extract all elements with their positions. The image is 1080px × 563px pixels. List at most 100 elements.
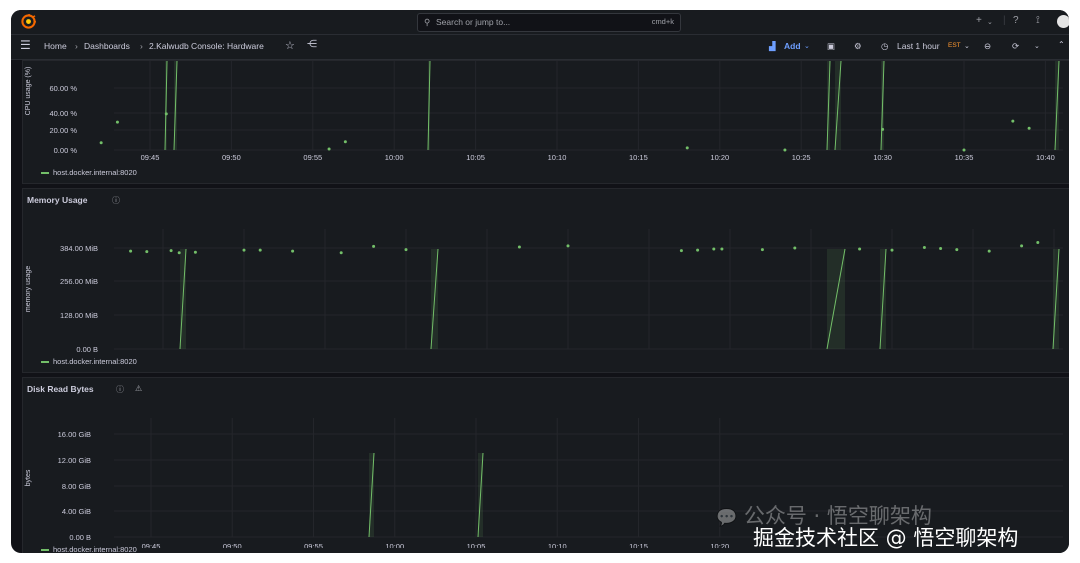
search-shortcut-hint: cmd+k [651, 17, 674, 26]
wechat-icon: 💬 [716, 508, 738, 528]
data-point [169, 249, 173, 253]
memory-usage-panel: Memory Usage ⓘ 09:4509:5009:5510:0010:05… [22, 188, 1069, 373]
top-bar: ⚲ Search or jump to... cmd+k + ⌄ | ? ⟟ [11, 10, 1069, 35]
legend-color-swatch [41, 172, 49, 175]
save-icon[interactable]: ▣ [827, 41, 835, 52]
x-tick-label: 09:45 [141, 153, 160, 162]
y-tick-label: 4.00 GiB [62, 507, 91, 516]
menu-hamburger-icon[interactable]: ☰ [20, 38, 31, 52]
data-point [404, 248, 408, 252]
data-point [1027, 126, 1031, 130]
x-tick-label: 09:50 [222, 153, 241, 162]
data-point [566, 244, 570, 248]
x-tick-label: 10:05 [467, 542, 486, 548]
x-tick-label: 09:45 [142, 542, 161, 548]
data-point [517, 245, 521, 249]
data-point [858, 247, 862, 251]
x-tick-label: 10:10 [548, 542, 567, 548]
search-icon: ⚲ [424, 17, 431, 27]
x-tick-label: 10:05 [466, 153, 485, 162]
refresh-icon[interactable]: ⟳ [1012, 41, 1019, 52]
user-avatar[interactable] [1057, 15, 1069, 28]
settings-gear-icon[interactable]: ⚙ [854, 41, 862, 52]
data-point [685, 146, 689, 150]
add-button[interactable]: Add [784, 41, 801, 51]
dashboard-nav-bar: ☰ Home › Dashboards › 2.Kalwudb Console:… [11, 35, 1069, 60]
breadcrumb-home[interactable]: Home [44, 41, 67, 51]
x-tick-label: 10:15 [629, 542, 648, 548]
x-tick-label: 10:10 [548, 153, 567, 162]
data-point [258, 248, 262, 252]
rss-news-icon[interactable]: ⟟ [1036, 15, 1040, 26]
grafana-window: ⚲ Search or jump to... cmd+k + ⌄ | ? ⟟ ☰… [11, 10, 1069, 553]
data-point [696, 248, 700, 252]
data-point [890, 248, 894, 252]
cpu-usage-panel: 09:45 09:50 09:55 10:00 10:05 10:10 10:15 10:20… [22, 60, 1069, 184]
data-point [1020, 244, 1024, 248]
x-tick-label: 10:20 [710, 542, 729, 548]
breadcrumb-separator-icon: › [140, 41, 143, 51]
breadcrumb-dashboards[interactable]: Dashboards [84, 41, 130, 51]
clock-icon: ◷ [881, 41, 889, 51]
chevron-down-icon[interactable]: ⌄ [1034, 42, 1040, 50]
y-tick-label: 20.00 % [49, 126, 77, 135]
collapse-chevron-up-icon[interactable]: ⌃ [1058, 40, 1065, 49]
data-point [1011, 119, 1015, 123]
search-input[interactable]: ⚲ Search or jump to... cmd+k [417, 13, 681, 32]
watermark-line2: 掘金技术社区 @ 悟空聊架构 [753, 526, 1019, 550]
y-tick-label: 256.00 MiB [60, 277, 98, 286]
cpu-usage-chart: 09:45 09:50 09:55 10:00 10:05 10:10 10:15 10:20… [25, 61, 1063, 162]
data-point [129, 249, 133, 253]
star-icon[interactable]: ☆ [285, 39, 295, 52]
data-point [115, 120, 119, 124]
chevron-down-icon[interactable]: ⌄ [964, 42, 970, 50]
x-tick-label: 10:15 [629, 153, 648, 162]
y-tick-label: 128.00 MiB [60, 311, 98, 320]
y-tick-label: 12.00 GiB [58, 456, 91, 465]
y-tick-label: 0.00 % [54, 146, 78, 155]
new-plus-icon[interactable]: + [976, 15, 982, 26]
y-tick-label: 8.00 GiB [62, 482, 91, 491]
memory-legend[interactable]: host.docker.internal:8020 [41, 357, 137, 366]
cpu-legend[interactable]: host.docker.internal:8020 [41, 168, 137, 177]
timezone-label: EST [948, 42, 961, 49]
legend-color-swatch [41, 549, 49, 552]
data-point [327, 147, 331, 151]
x-tick-label: 10:40 [1036, 153, 1055, 162]
y-tick-label: 0.00 B [76, 345, 98, 354]
x-tick-label: 09:50 [223, 542, 242, 548]
y-tick-label: 384.00 MiB [60, 244, 98, 253]
chevron-down-icon[interactable]: ⌄ [804, 42, 810, 50]
legend-color-swatch [41, 361, 49, 364]
data-point [955, 248, 959, 252]
y-tick-label: 16.00 GiB [58, 430, 91, 439]
x-tick-label: 10:25 [792, 153, 811, 162]
data-point [242, 248, 246, 252]
data-point [1036, 240, 1040, 244]
y-tick-label: 40.00 % [49, 109, 77, 118]
breadcrumb-current: 2.Kalwudb Console: Hardware [149, 41, 264, 51]
add-panel-icon[interactable]: ▟ [769, 41, 776, 52]
y-tick-label: 60.00 % [49, 84, 77, 93]
share-icon[interactable]: ⋲ [307, 39, 317, 50]
chevron-down-icon[interactable]: ⌄ [987, 18, 993, 26]
data-point [193, 250, 197, 254]
data-point [343, 140, 347, 144]
x-tick-label: 10:00 [385, 153, 404, 162]
zoom-out-icon[interactable]: ⊖ [984, 41, 991, 52]
y-tick-label: 0.00 B [69, 533, 91, 542]
data-point [793, 246, 797, 250]
memory-chart-area: 09:4509:5009:5510:0010:0510:1010:1510:20… [25, 229, 1063, 354]
data-point [987, 249, 991, 253]
data-point [760, 248, 764, 252]
data-point [783, 148, 787, 152]
help-icon[interactable]: ? [1013, 15, 1019, 26]
data-point [99, 141, 103, 145]
time-range-picker[interactable]: Last 1 hour [897, 41, 940, 51]
data-point [339, 251, 343, 255]
disk-legend[interactable]: host.docker.internal:8020 [41, 545, 137, 553]
grafana-logo-icon[interactable] [21, 14, 36, 29]
data-point [962, 148, 966, 152]
x-tick-label: 10:35 [955, 153, 974, 162]
y-axis-label: memory usage [25, 266, 32, 312]
